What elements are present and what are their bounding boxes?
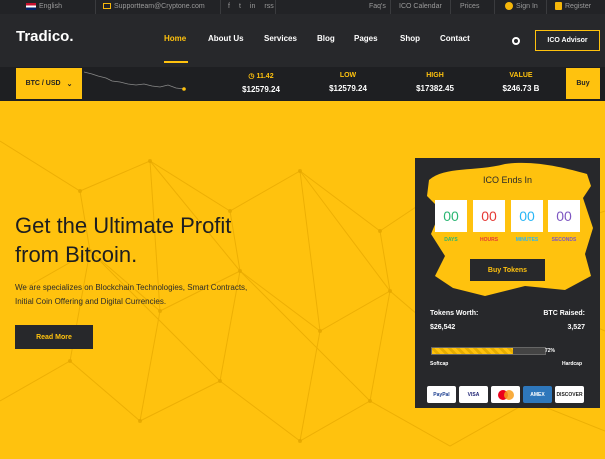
buy-tokens-button[interactable]: Buy Tokens [470,259,545,281]
price-sparkline [84,71,186,91]
hardcap-label: Hardcap [562,361,583,367]
countdown-days: 00 [435,200,467,232]
paypal-icon: PayPal [427,386,456,403]
hero-description: We are specializes on Blockchain Technol… [15,281,305,309]
main-navbar: Tradico. Home About Us Services Blog Pag… [0,14,605,67]
ico-title: ICO Ends In [482,175,533,185]
language-selector[interactable]: English [26,1,62,11]
hours-label: HOURS [479,237,499,243]
sale-progress-bar [431,347,546,355]
register-label: Register [565,2,592,10]
days-label: DAYS [444,237,458,243]
social-links: f t in rss [228,1,274,11]
mastercard-icon [491,386,520,403]
search-icon[interactable] [512,37,520,45]
link-prices-label: Prices [460,2,480,10]
register-link[interactable]: Register [555,1,591,11]
high-label: HIGH [426,72,444,79]
ticker-high: HIGH $17382.45 [412,72,458,93]
uk-flag-icon [26,2,36,10]
days-value: 00 [443,208,459,224]
ico-card: ICO Ends In 00 00 00 00 DAYS HOURS MINUT… [415,158,600,408]
value-label: VALUE [509,72,533,79]
countdown-seconds: 00 [548,200,580,232]
active-indicator [164,61,188,63]
nav-services[interactable]: Services [264,34,297,43]
linkedin-icon[interactable]: in [250,3,255,10]
countdown-hours: 00 [473,200,505,232]
user-icon [505,2,513,10]
minutes-label: MINUTES [515,237,539,243]
seconds-value: 00 [556,208,572,224]
link-prices[interactable]: Prices [460,1,479,11]
nav-pages[interactable]: Pages [354,34,378,43]
support-email[interactable]: Supportteam@Cryptone.com [103,1,205,11]
hero-title: Get the Ultimate Profit from Bitcoin. [15,211,315,269]
ticker-change: ◷ 11.42 $12579.24 [238,72,284,94]
hero-desc-line1: We are specializes on Blockchain Technol… [15,283,248,292]
price-ticker: BTC / USD ⌄ ◷ 11.42 $12579.24 LOW $12579… [0,67,605,101]
pair-label: BTC / USD [25,80,61,87]
hero-title-line2: from Bitcoin. [15,242,138,267]
minutes-value: 00 [519,208,535,224]
twitter-icon[interactable]: t [239,3,241,10]
change-value: 11.42 [256,73,274,80]
buy-button[interactable]: Buy [566,68,600,99]
mail-icon [103,3,111,9]
visa-icon: VISA [459,386,488,403]
sign-in-label: Sign In [516,2,538,10]
chevron-down-icon: ⌄ [66,80,73,88]
ticker-value: VALUE $246.73 B [498,72,544,93]
low-value: $12579.24 [329,84,367,93]
link-ico-calendar[interactable]: ICO Calendar [399,1,442,11]
sign-in-link[interactable]: Sign In [505,1,538,11]
pair-selector[interactable]: BTC / USD ⌄ [16,68,82,99]
softcap-label: Softcap [430,361,449,367]
site-logo[interactable]: Tradico. [16,28,74,45]
rss-icon[interactable]: rss [264,3,273,10]
link-faqs-label: Faq's [369,2,386,10]
market-value: $246.73 B [502,84,540,93]
current-price: $12579.24 [242,85,280,94]
sale-progress-fill [432,348,514,354]
countdown-minutes: 00 [511,200,543,232]
top-utility-bar: English Supportteam@Cryptone.com f t in … [0,0,605,14]
language-label: English [39,2,62,10]
progress-percent: 72% [545,348,556,354]
ticker-low: LOW $12579.24 [325,72,371,93]
discover-icon: DISCOVER [555,386,584,403]
hero-title-line1: Get the Ultimate Profit [15,213,232,238]
tokens-worth-label: Tokens Worth: [430,310,479,317]
btc-raised-value: 3,527 [567,324,585,331]
hours-value: 00 [481,208,497,224]
link-faqs[interactable]: Faq's [369,1,386,11]
nav-about-us[interactable]: About Us [208,34,244,43]
facebook-icon[interactable]: f [228,3,230,10]
nav-blog[interactable]: Blog [317,34,335,43]
high-value: $17382.45 [416,84,454,93]
lock-icon [555,2,562,10]
nav-contact[interactable]: Contact [440,34,470,43]
hero-desc-line2: Initial Coin Offering and Digital Curren… [15,297,167,306]
nav-home[interactable]: Home [164,34,186,43]
amex-icon: AMEX [523,386,552,403]
nav-shop[interactable]: Shop [400,34,420,43]
read-more-button[interactable]: Read More [15,325,93,349]
low-label: LOW [339,72,357,79]
email-text: Supportteam@Cryptone.com [114,2,205,10]
btc-raised-label: BTC Raised: [543,310,585,317]
tokens-worth-value: $26,542 [430,324,456,331]
link-ico-calendar-label: ICO Calendar [399,2,442,10]
ico-advisor-button[interactable]: ICO Advisor [535,30,600,51]
clock-icon-change: ◷ 11.42 [248,73,274,80]
payment-methods: PayPal VISA AMEX DISCOVER [427,386,584,403]
seconds-label: SECONDS [551,237,577,243]
